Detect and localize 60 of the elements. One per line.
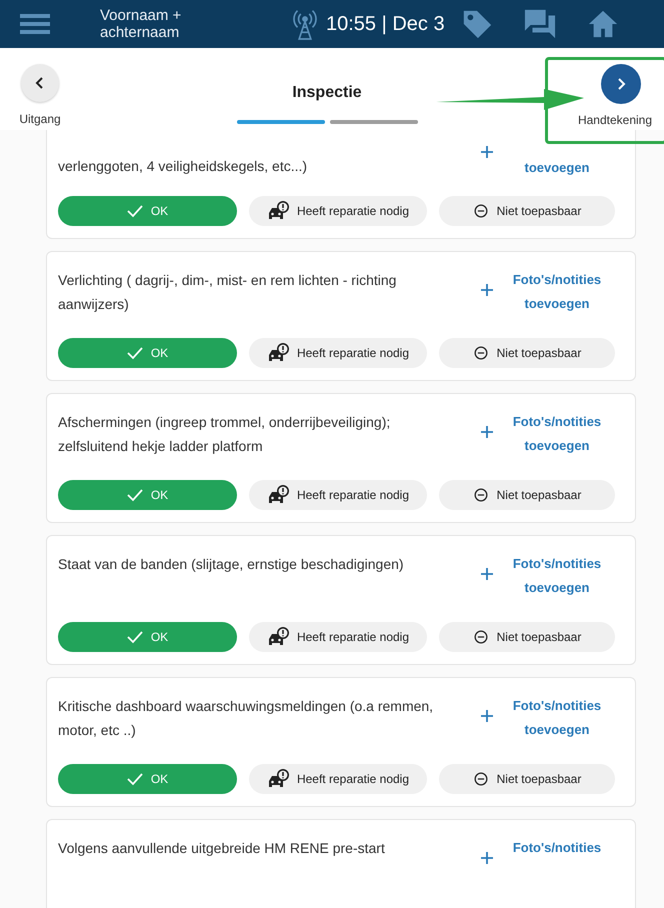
ok-button[interactable]: OK xyxy=(58,480,237,510)
not-applicable-button[interactable]: Niet toepasbaar xyxy=(439,764,615,794)
plus-icon[interactable] xyxy=(481,146,493,158)
plus-icon[interactable] xyxy=(481,568,493,580)
not-applicable-button[interactable]: Niet toepasbaar xyxy=(439,196,615,226)
check-icon xyxy=(126,488,143,502)
check-icon xyxy=(126,772,143,786)
repair-button[interactable]: Heeft reparatie nodig xyxy=(249,480,427,510)
minus-circle-icon xyxy=(472,346,489,360)
plus-icon[interactable] xyxy=(481,426,493,438)
next-button[interactable] xyxy=(601,64,641,104)
ok-button[interactable]: OK xyxy=(58,196,237,226)
car-warning-icon xyxy=(266,769,289,789)
car-warning-icon xyxy=(266,201,289,221)
date-time: 10:55 | Dec 3 xyxy=(326,12,445,36)
ok-button[interactable]: OK xyxy=(58,622,237,652)
user-name: Voornaam + achternaam xyxy=(100,7,182,41)
add-photos-link[interactable]: toevoegen xyxy=(497,156,617,180)
check-icon xyxy=(126,346,143,360)
add-photos-link[interactable]: Foto's/notities toevoegen xyxy=(497,268,617,316)
add-photos-link[interactable]: Foto's/notities toevoegen xyxy=(497,410,617,458)
car-warning-icon xyxy=(266,343,289,363)
back-label: Uitgang xyxy=(19,112,61,126)
add-photos-link[interactable]: Foto's/notities toevoegen xyxy=(497,694,617,742)
next-label: Handtekening xyxy=(578,113,652,127)
car-warning-icon xyxy=(266,627,289,647)
chevron-right-icon xyxy=(616,77,626,91)
check-icon xyxy=(126,630,143,644)
plus-icon[interactable] xyxy=(481,852,493,864)
not-applicable-button[interactable]: Niet toepasbaar xyxy=(439,338,615,368)
repair-button[interactable]: Heeft reparatie nodig xyxy=(249,196,427,226)
item-description: Afschermingen (ingreep trommel, onderrijbeveiliging); zelfsluitend hekje ladder platform xyxy=(58,413,392,456)
item-description: verlenggoten, 4 veiligheidskegels, etc...) xyxy=(58,157,308,176)
page-title: Inspectie xyxy=(292,84,362,102)
not-applicable-button[interactable]: Niet toepasbaar xyxy=(439,480,615,510)
back-button[interactable] xyxy=(21,64,59,102)
minus-circle-icon xyxy=(472,630,489,644)
item-description: Kritische dashboard waarschuwingsmeldingen (o.a remmen, motor, etc ..) xyxy=(58,697,434,740)
minus-circle-icon xyxy=(472,204,489,218)
item-description: Volgens aanvullende uitgebreide HM RENE pre-start xyxy=(58,839,386,858)
item-description: Verlichting ( dagrij-, dim-, mist- en rem lichten - richting aanwijzers) xyxy=(58,271,398,314)
chat-icon[interactable] xyxy=(522,8,557,40)
not-applicable-button[interactable]: Niet toepasbaar xyxy=(439,622,615,652)
plus-icon[interactable] xyxy=(481,284,493,296)
car-warning-icon xyxy=(266,485,289,505)
minus-circle-icon xyxy=(472,772,489,786)
add-photos-link[interactable]: Foto's/notities xyxy=(497,836,617,860)
check-icon xyxy=(126,204,143,218)
plus-icon[interactable] xyxy=(481,710,493,722)
repair-button[interactable]: Heeft reparatie nodig xyxy=(249,622,427,652)
repair-button[interactable]: Heeft reparatie nodig xyxy=(249,338,427,368)
ok-button[interactable]: OK xyxy=(58,338,237,368)
add-photos-link[interactable]: Foto's/notities toevoegen xyxy=(497,552,617,600)
minus-circle-icon xyxy=(472,488,489,502)
ok-button[interactable]: OK xyxy=(58,764,237,794)
chevron-left-icon xyxy=(35,76,45,90)
home-icon[interactable] xyxy=(586,9,619,39)
menu-icon[interactable] xyxy=(20,12,50,36)
item-description: Staat van de banden (slijtage, ernstige beschadigingen) xyxy=(58,555,405,574)
repair-button[interactable]: Heeft reparatie nodig xyxy=(249,764,427,794)
